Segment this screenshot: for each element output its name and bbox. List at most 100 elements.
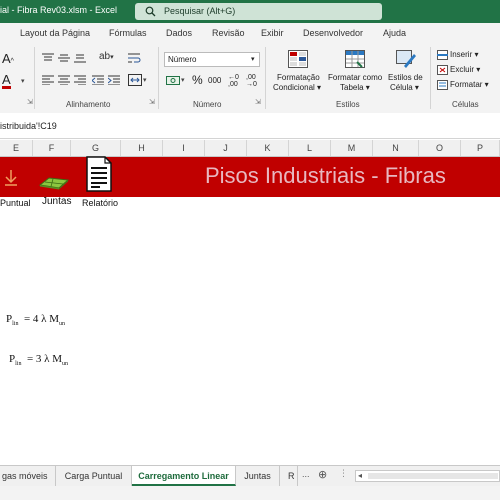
align-right-icon[interactable] [74,75,86,85]
tab-help[interactable]: Ajuda [383,28,406,38]
increase-indent-icon[interactable] [108,75,120,85]
delete-label[interactable]: Excluir ▾ [450,65,480,74]
dialog-launcher-icon[interactable]: ⇲ [27,98,33,106]
group-label-alignment: Alinhamento [66,100,111,109]
decrease-decimal-icon[interactable]: ,00 →0 [246,74,257,88]
cell-styles-label-1[interactable]: Estilos de [388,73,423,82]
font-color-icon[interactable]: A [2,73,11,89]
font-size-increase-icon[interactable]: A^ [2,51,14,66]
sheet-tab-juntas[interactable]: Juntas [236,466,280,486]
search-icon [145,6,156,17]
chevron-down-icon[interactable]: ▾ [143,76,147,84]
banner-title: Pisos Industriais - Fibras [205,163,446,188]
format-cells-icon[interactable] [437,80,448,90]
group-separator [265,47,266,109]
cell-styles-label-2[interactable]: Célula ▾ [390,83,419,92]
column-header-k[interactable]: K [247,140,289,156]
group-label-number: Número [193,100,222,109]
cond-format-label-1[interactable]: Formatação [277,73,320,82]
ribbon: A^ A ▾ ⇲ ab▾ ▾ Alinhamento ⇲ Número ▾ ▾ … [0,43,500,114]
add-sheet-icon[interactable]: ⊕ [318,468,327,481]
formula-3-lambda: Plin = 3 λ Mun [9,353,69,367]
format-as-table-icon[interactable] [345,50,365,68]
column-header-f[interactable]: F [33,140,71,156]
format-table-label-2[interactable]: Tabela ▾ [340,83,370,92]
align-middle-icon[interactable] [58,53,70,63]
label-pontual[interactable]: Puntual [0,198,31,208]
wrap-text-icon[interactable] [128,52,142,64]
column-header-e[interactable]: E [0,140,33,156]
number-format-dropdown[interactable]: Número ▾ [164,52,260,67]
title-bar: ial - Fibra Rev03.xlsm - Excel Pesquisar… [0,0,500,23]
formula-bar[interactable]: istribuida'!C19 [0,113,500,139]
report-document-icon[interactable] [86,156,112,192]
ribbon-tabs: Layout da Página Fórmulas Dados Revisão … [0,23,500,43]
more-sheets-button[interactable]: ... [302,469,310,479]
window-title: ial - Fibra Rev03.xlsm - Excel [0,5,118,15]
cell-styles-icon[interactable] [396,50,416,68]
align-top-icon[interactable] [42,53,54,63]
increase-decimal-icon[interactable]: ←0,00 [228,74,239,88]
insert-label[interactable]: Inserir ▾ [450,50,478,59]
tab-formulas[interactable]: Fórmulas [109,28,147,38]
sheet-tab-cargas-moveis[interactable]: gas móveis [0,466,56,486]
column-header-j[interactable]: J [205,140,247,156]
chevron-down-icon[interactable]: ▾ [181,76,185,84]
delete-cells-icon[interactable] [437,65,448,75]
tab-view[interactable]: Exibir [261,28,284,38]
status-bar [0,486,500,500]
column-header-g[interactable]: G [71,140,121,156]
format-label[interactable]: Formatar ▾ [450,80,489,89]
tab-review[interactable]: Revisão [212,28,245,38]
search-placeholder: Pesquisar (Alt+G) [164,6,236,16]
formula-4-lambda: Plin = 4 λ Mun [6,313,66,327]
cond-format-label-2[interactable]: Condicional ▾ [273,83,321,92]
dialog-launcher-icon[interactable]: ⇲ [255,98,261,106]
orientation-icon[interactable]: ab▾ [99,51,114,62]
group-separator [158,47,159,109]
joints-slab-icon[interactable] [39,176,69,190]
tab-data[interactable]: Dados [166,28,192,38]
align-center-icon[interactable] [58,75,70,85]
group-separator [34,47,35,109]
column-header-i[interactable]: I [163,140,205,156]
group-label-styles: Estilos [336,100,360,109]
column-header-l[interactable]: L [289,140,331,156]
sheet-banner: Pisos Industriais - Fibras [0,156,500,197]
horizontal-scrollbar[interactable]: ◂ [355,470,500,482]
sheet-tab-relatorio[interactable]: R [280,466,298,486]
column-header-p[interactable]: P [461,140,500,156]
label-juntas[interactable]: Juntas [42,196,71,207]
thousands-separator-icon[interactable]: 000 [208,76,221,85]
tab-page-layout[interactable]: Layout da Página [20,28,90,38]
number-format-value: Número [168,55,197,64]
group-label-cells: Células [452,100,479,109]
column-header-h[interactable]: H [121,140,163,156]
insert-cells-icon[interactable] [437,50,448,60]
sheet-tab-carga-puntual[interactable]: Carga Puntual [56,466,132,486]
scrollbar-thumb[interactable] [368,473,498,479]
column-header-o[interactable]: O [419,140,461,156]
conditional-formatting-icon[interactable] [288,50,308,68]
label-relatorio[interactable]: Relatório [82,198,118,208]
column-headers: E F G H I J K L M N O P [0,140,500,157]
scroll-left-icon[interactable]: ◂ [358,471,362,480]
format-table-label-1[interactable]: Formatar como [328,73,382,82]
decrease-indent-icon[interactable] [92,75,104,85]
column-header-n[interactable]: N [373,140,419,156]
chevron-down-icon: ▾ [251,56,255,63]
merge-center-icon[interactable] [128,74,142,86]
sheet-tab-carregamento-linear[interactable]: Carregamento Linear [132,466,236,486]
dialog-launcher-icon[interactable]: ⇲ [149,98,155,106]
search-box[interactable]: Pesquisar (Alt+G) [135,3,382,20]
percent-icon[interactable]: % [192,73,203,87]
column-header-m[interactable]: M [331,140,373,156]
tab-developer[interactable]: Desenvolvedor [303,28,363,38]
chevron-down-icon[interactable]: ▾ [21,77,25,85]
align-left-icon[interactable] [42,75,54,85]
currency-icon[interactable] [166,74,180,86]
tab-scroll-separator-icon[interactable]: ⋮ [339,468,348,479]
sheet-tabs-bar: gas móveis Carga Puntual Carregamento Li… [0,465,500,487]
arrow-down-icon[interactable] [4,169,18,187]
align-bottom-icon[interactable] [74,53,86,63]
